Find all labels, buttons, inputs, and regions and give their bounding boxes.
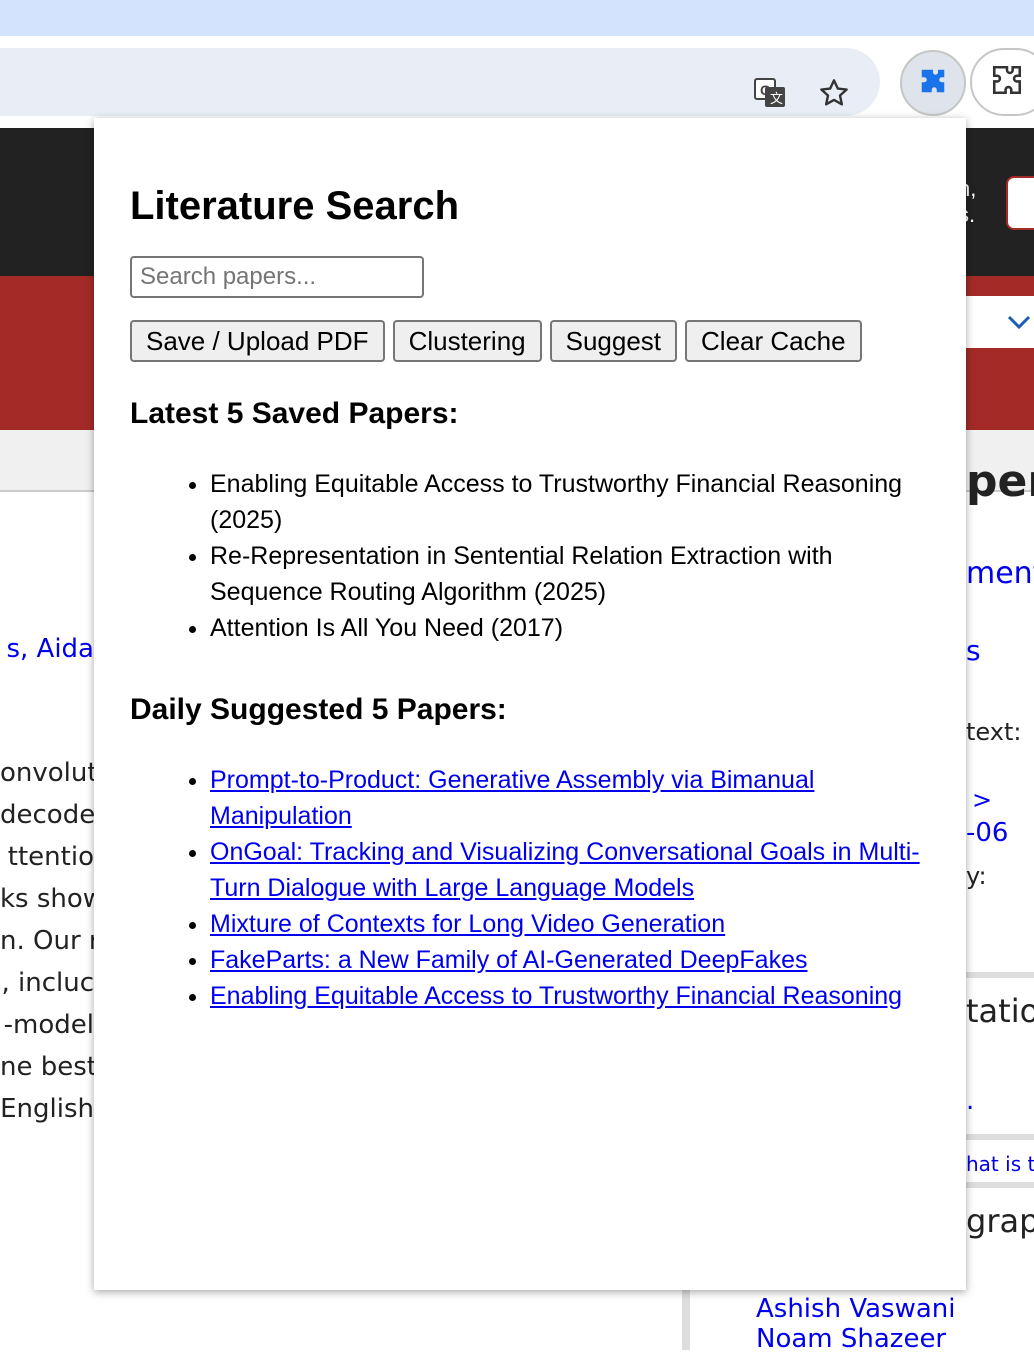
list-item: Enabling Equitable Access to Trustworthy… <box>210 978 930 1014</box>
extension-popup: Literature Search Save / Upload PDF Clus… <box>94 118 966 1290</box>
extension-button[interactable] <box>900 50 966 116</box>
suggest-button[interactable]: Suggest <box>549 320 678 362</box>
star-icon[interactable] <box>816 75 852 111</box>
page-text-fragment[interactable]: s, Aida <box>0 634 94 664</box>
page-text-fragment: y: <box>966 862 987 890</box>
extensions-menu-icon <box>990 63 1024 102</box>
save-upload-pdf-button[interactable]: Save / Upload PDF <box>130 320 385 362</box>
page-search-box[interactable] <box>1006 176 1034 230</box>
browser-titlebar <box>0 0 1034 36</box>
page-text-fragment: -model <box>3 1010 94 1040</box>
daily-papers-heading: Daily Suggested 5 Papers: <box>130 693 507 726</box>
search-input[interactable] <box>130 256 424 298</box>
paper-link[interactable]: FakeParts: a New Family of AI-Generated … <box>210 946 807 974</box>
page-text-fragment: ks show <box>0 884 94 914</box>
paper-link[interactable]: OnGoal: Tracking and Visualizing Convers… <box>210 838 920 902</box>
list-item: FakeParts: a New Family of AI-Generated … <box>210 942 930 978</box>
clustering-button[interactable]: Clustering <box>392 320 542 362</box>
page-divider <box>966 1182 1034 1188</box>
list-item: Attention Is All You Need (2017) <box>210 610 930 646</box>
page-divider <box>966 972 1034 978</box>
page-text-fragment: decode <box>0 800 94 830</box>
page-link-fragment[interactable]: . <box>966 1086 1034 1116</box>
extensions-menu-button[interactable] <box>970 48 1034 116</box>
extension-puzzle-icon <box>918 66 948 101</box>
browser-toolbar: G 文 <box>0 36 1034 128</box>
page-text-fragment: English <box>0 1094 94 1124</box>
chevron-down-icon[interactable] <box>1006 310 1032 338</box>
page-sidebar-border <box>682 1290 690 1350</box>
page-text-fragment: ne best <box>0 1052 94 1082</box>
list-item: Mixture of Contexts for Long Video Gener… <box>210 906 930 942</box>
page-link-fragment[interactable]: -06 <box>966 818 1034 848</box>
address-bar[interactable]: G 文 <box>0 48 880 116</box>
daily-papers-list: Prompt-to-Product: Generative Assembly v… <box>130 762 930 1014</box>
translate-icon[interactable]: G 文 <box>752 75 788 111</box>
clear-cache-button[interactable]: Clear Cache <box>685 320 862 362</box>
paper-link[interactable]: Mixture of Contexts for Long Video Gener… <box>210 910 725 938</box>
page-text-fragment: , incluc <box>1 968 94 998</box>
page-text-fragment: text: <box>966 718 1022 746</box>
author-link[interactable]: Ashish Vaswani <box>756 1294 955 1324</box>
list-item: Enabling Equitable Access to Trustworthy… <box>210 466 930 538</box>
list-item: Prompt-to-Product: Generative Assembly v… <box>210 762 930 834</box>
page-text-fragment: ttentio <box>7 842 94 872</box>
list-item: Re-Representation in Sentential Relation… <box>210 538 930 610</box>
page-text-fragment: n. Our r <box>0 926 94 956</box>
latest-papers-heading: Latest 5 Saved Papers: <box>130 397 459 430</box>
paper-link[interactable]: Enabling Equitable Access to Trustworthy… <box>210 982 902 1010</box>
svg-text:文: 文 <box>770 91 783 106</box>
page-link-fragment[interactable]: ment <box>966 556 1034 591</box>
page-text-fragment: onvolut <box>0 758 94 788</box>
page-heading-fragment: tatior <box>966 992 1034 1030</box>
latest-papers-list: Enabling Equitable Access to Trustworthy… <box>130 466 930 646</box>
page-heading-fragment: grap <box>966 1202 1034 1240</box>
page-link-fragment[interactable]: > <box>966 786 1034 814</box>
page-divider <box>966 1134 1034 1140</box>
popup-title: Literature Search <box>130 184 460 228</box>
page-link-fragment[interactable]: hat is t <box>966 1152 1034 1176</box>
action-buttons: Save / Upload PDF Clustering Suggest Cle… <box>130 320 930 362</box>
list-item: OnGoal: Tracking and Visualizing Convers… <box>210 834 930 906</box>
page-link-fragment[interactable]: s <box>966 634 1034 667</box>
page-heading-fragment: per: <box>966 456 1034 507</box>
paper-link[interactable]: Prompt-to-Product: Generative Assembly v… <box>210 766 814 830</box>
